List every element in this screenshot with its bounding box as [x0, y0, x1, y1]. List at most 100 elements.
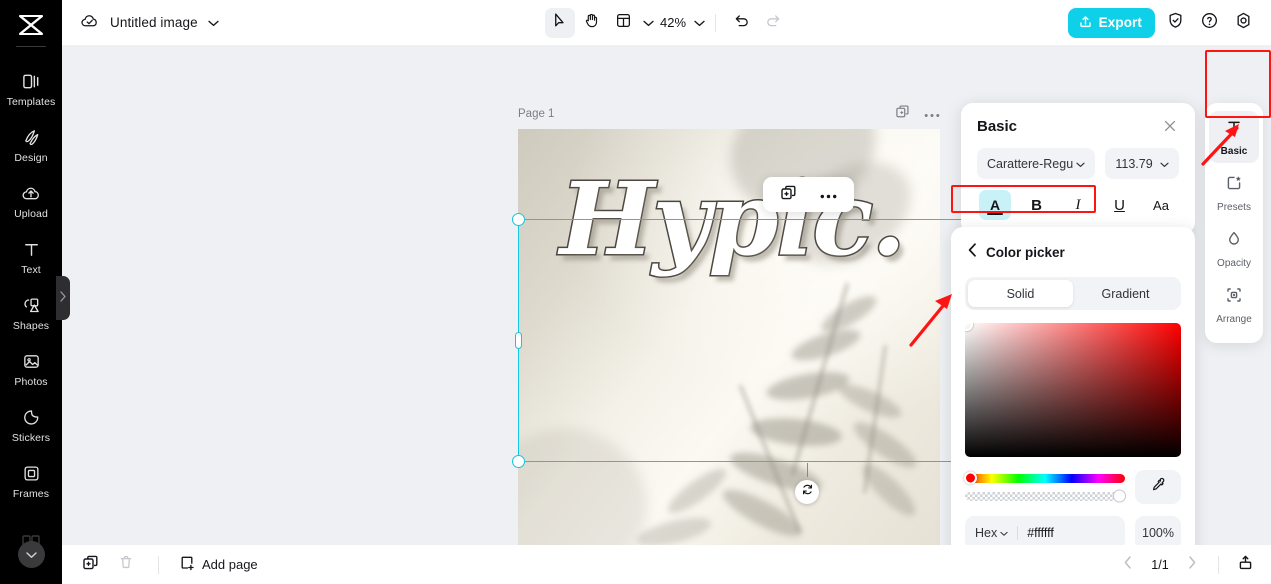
- sidebar-item-label: Stickers: [11, 431, 51, 444]
- basic-panel-title: Basic: [977, 117, 1018, 135]
- page-header-icons: [895, 104, 940, 124]
- bottombar-divider: [158, 555, 159, 574]
- text-case-button[interactable]: Aa: [1145, 190, 1177, 220]
- sidebar-item-templates[interactable]: Templates: [0, 61, 62, 117]
- stickers-icon: [20, 407, 42, 429]
- add-page-label: Add page: [202, 557, 258, 572]
- next-page-button[interactable]: [1180, 553, 1204, 577]
- bottombar-left: Add page: [78, 553, 258, 577]
- document-title[interactable]: Untitled image: [110, 15, 198, 30]
- zoom-level-value[interactable]: 42%: [660, 15, 686, 30]
- font-size-select[interactable]: 113.79: [1105, 148, 1179, 179]
- zoom-caret-icon[interactable]: [694, 14, 705, 32]
- settings-gear-icon: [1234, 11, 1253, 35]
- shield-check-button[interactable]: [1161, 9, 1189, 37]
- duplicate-page-icon[interactable]: [895, 104, 910, 124]
- sidebar-item-shapes[interactable]: Shapes: [0, 285, 62, 341]
- right-tool-rail: Basic Presets Opacity Arrange: [1205, 103, 1263, 343]
- bold-button[interactable]: B: [1021, 190, 1053, 220]
- sidebar-item-label: Photos: [14, 375, 48, 388]
- sidebar-item-photos[interactable]: Photos: [0, 341, 62, 397]
- add-page-icon: [179, 555, 195, 574]
- hand-tool-button[interactable]: [577, 8, 607, 38]
- chevron-left-icon[interactable]: [968, 242, 977, 262]
- sidebar-collapse-button[interactable]: [56, 276, 70, 320]
- chevron-down-icon[interactable]: [208, 14, 219, 32]
- add-page-button[interactable]: Add page: [179, 555, 258, 574]
- canvas-area[interactable]: Page 1 Hypic. Basic Carattere-Regu 113.7…: [62, 45, 1271, 545]
- artwork-text[interactable]: Hypic.: [542, 165, 922, 273]
- hex-value-input[interactable]: #ffffff: [1027, 526, 1054, 540]
- saturation-value-area[interactable]: [965, 323, 1181, 457]
- bottombar-divider-right: [1218, 555, 1219, 574]
- rotate-handle-button[interactable]: [795, 480, 819, 504]
- sidebar-scroll-down-button[interactable]: [17, 541, 45, 568]
- undo-button[interactable]: [726, 8, 756, 38]
- hex-mode-label: Hex: [975, 526, 998, 540]
- underline-label: U: [1114, 196, 1125, 214]
- object-more-options-button[interactable]: [813, 182, 843, 208]
- hex-input-group[interactable]: Hex #ffffff: [965, 516, 1125, 545]
- app-root: Templates Design Upload Text Shapes Phot…: [0, 0, 1271, 584]
- alpha-slider-knob[interactable]: [1113, 489, 1126, 503]
- rail-item-opacity[interactable]: Opacity: [1209, 223, 1259, 275]
- sidebar-item-label: Frames: [12, 487, 50, 500]
- rail-item-basic[interactable]: Basic: [1209, 111, 1259, 163]
- italic-button[interactable]: I: [1062, 190, 1094, 220]
- delete-page-icon: [118, 554, 134, 575]
- hand-icon: [583, 12, 600, 34]
- help-button[interactable]: [1195, 9, 1223, 37]
- eyedropper-button[interactable]: [1135, 470, 1181, 504]
- bottom-export-button[interactable]: [1233, 553, 1257, 577]
- tab-solid-label: Solid: [1006, 286, 1035, 301]
- rail-item-label: Opacity: [1217, 258, 1251, 269]
- sidebar-item-frames[interactable]: Frames: [0, 453, 62, 509]
- page-header: Page 1: [518, 105, 940, 123]
- sv-cursor-handle[interactable]: [965, 323, 973, 331]
- rail-item-arrange[interactable]: Arrange: [1209, 279, 1259, 331]
- sidebar-item-label: Upload: [14, 207, 48, 220]
- text-color-button[interactable]: A: [979, 190, 1011, 220]
- opacity-value-input[interactable]: 100%: [1135, 516, 1181, 545]
- artboard[interactable]: Hypic.: [518, 129, 940, 545]
- more-options-icon[interactable]: [924, 105, 940, 123]
- tab-solid[interactable]: Solid: [968, 280, 1073, 307]
- settings-button[interactable]: [1229, 9, 1257, 37]
- hex-mode-select[interactable]: Hex: [975, 526, 1008, 540]
- prev-page-button[interactable]: [1116, 553, 1140, 577]
- delete-page-button[interactable]: [114, 553, 138, 577]
- duplicate-page-icon: [82, 554, 99, 576]
- rail-item-presets[interactable]: Presets: [1209, 167, 1259, 219]
- sidebar-item-design[interactable]: Design: [0, 117, 62, 173]
- tab-gradient[interactable]: Gradient: [1073, 280, 1178, 307]
- sidebar-item-label: Templates: [6, 95, 56, 108]
- page-indicator: 1/1: [1151, 557, 1169, 572]
- underline-button[interactable]: U: [1104, 190, 1136, 220]
- text-icon: [20, 239, 42, 261]
- chevron-down-icon: [1160, 157, 1169, 171]
- chevron-down-icon: [25, 546, 37, 564]
- layout-caret-icon[interactable]: [643, 14, 654, 32]
- sidebar-item-upload[interactable]: Upload: [0, 173, 62, 229]
- duplicate-page-button[interactable]: [78, 553, 102, 577]
- close-icon[interactable]: [1161, 117, 1179, 135]
- italic-label: I: [1075, 196, 1081, 213]
- alpha-slider[interactable]: [965, 489, 1126, 503]
- layout-grid-icon: [615, 12, 632, 34]
- hue-slider-knob[interactable]: [964, 471, 977, 485]
- sidebar-item-stickers[interactable]: Stickers: [0, 397, 62, 453]
- undo-icon: [733, 12, 750, 34]
- duplicate-object-button[interactable]: [774, 182, 804, 208]
- sidebar-item-text[interactable]: Text: [0, 229, 62, 285]
- cloud-check-icon[interactable]: [80, 12, 100, 34]
- capcut-logo-icon[interactable]: [14, 12, 48, 38]
- export-button[interactable]: Export: [1067, 7, 1155, 38]
- hue-slider[interactable]: [964, 471, 1125, 485]
- layout-tool-button[interactable]: [609, 8, 639, 38]
- redo-button[interactable]: [758, 8, 788, 38]
- select-tool-button[interactable]: [544, 7, 575, 38]
- export-upload-icon: [1237, 554, 1254, 576]
- duplicate-icon: [780, 184, 797, 206]
- font-family-select[interactable]: Carattere-Regula: [977, 148, 1095, 179]
- opacity-value-label: 100%: [1142, 526, 1174, 540]
